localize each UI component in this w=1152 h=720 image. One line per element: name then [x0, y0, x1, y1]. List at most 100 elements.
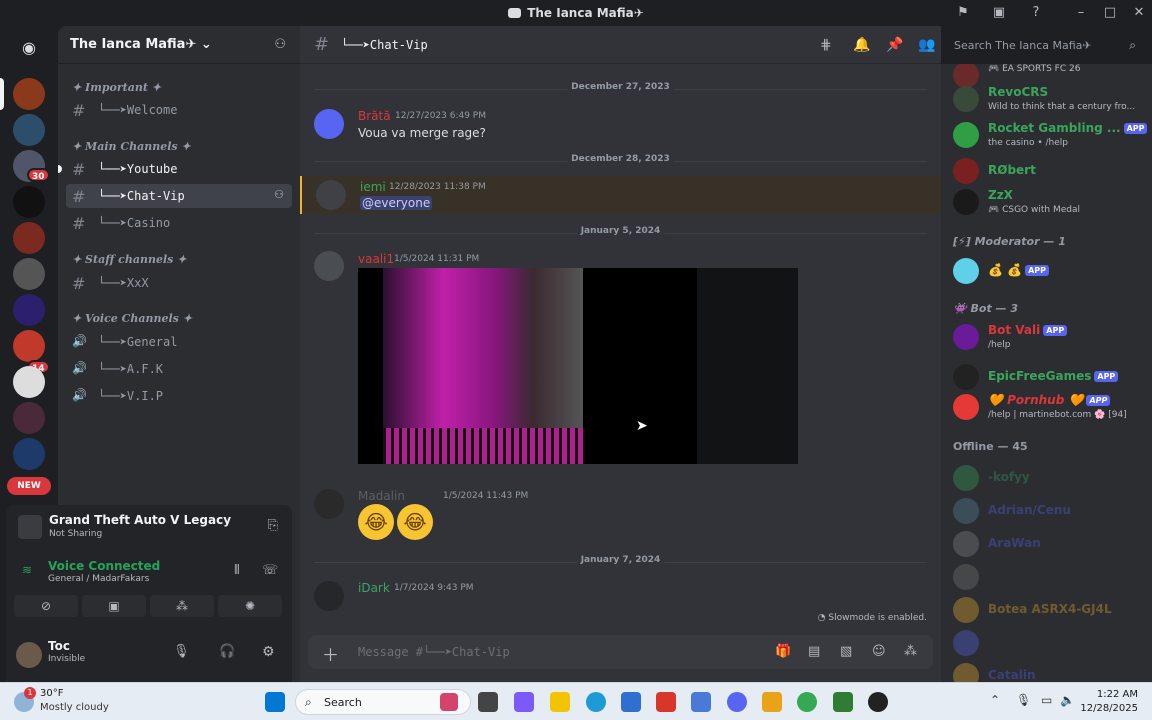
screen-icon[interactable]: ▣ [991, 5, 1007, 21]
notification-bell-icon[interactable]: 🔔 [853, 37, 870, 53]
windows-start-icon[interactable] [265, 692, 285, 712]
message-author[interactable]: iemi [360, 180, 386, 194]
member-item[interactable]: Rocket Gambling ... APP the casino • /hel… [953, 118, 1149, 154]
member-list-icon[interactable]: 👥 [918, 37, 935, 53]
message[interactable]: iDark 1/7/2024 9:43 PM [300, 578, 941, 611]
member-item[interactable] [953, 626, 1149, 662]
message-author[interactable]: iDark [358, 581, 390, 595]
chrome-icon[interactable] [797, 692, 817, 712]
microphone-icon[interactable]: 🎙 [173, 644, 190, 659]
member-item[interactable]: Catalin [953, 659, 1149, 682]
activity-card[interactable]: Grand Theft Auto V Legacy Not Sharing ⎘ [6, 505, 292, 549]
rofl-emoji[interactable]: 😂 [358, 504, 394, 540]
message[interactable]: Madalin 1/5/2024 11:43 PM [300, 486, 941, 546]
avatar[interactable] [16, 642, 42, 668]
weather-status[interactable]: Mostly cloudy [40, 702, 109, 713]
network-icon[interactable]: ▭ [1041, 693, 1052, 707]
member-item[interactable]: 🧡 Pornhub 🧡 APP /help | martinebot.com 🌸 … [953, 390, 1149, 426]
close-button[interactable]: ✕ [1130, 4, 1148, 22]
category-voice[interactable]: ✦ Voice Channels ✦ [72, 312, 192, 325]
microphone-icon[interactable]: 🎙 [1016, 693, 1031, 707]
username[interactable]: Toc [48, 639, 70, 653]
member-item[interactable]: 💰 💰 APP [953, 254, 1149, 290]
mention-everyone[interactable]: @everyone [360, 196, 433, 210]
member-item[interactable]: RevoCRS Wild to think that a century fro… [953, 82, 1149, 118]
inbox-flag-icon[interactable]: ⚑ [955, 5, 971, 21]
help-icon[interactable]: ? [1028, 5, 1044, 21]
camera-button[interactable]: ⊘ [14, 595, 78, 617]
discord-taskbar-icon[interactable] [727, 692, 747, 712]
apps-icon[interactable]: ⁂ [904, 644, 917, 659]
category-staff[interactable]: ✦ Staff channels ✦ [72, 253, 186, 266]
file-explorer-icon[interactable] [550, 692, 570, 712]
message-composer[interactable]: ＋ Message #└──➤Chat-Vip 🎁 ▤ ▧ ☺ ⁂ [308, 635, 933, 669]
member-item[interactable]: Botea ASRX4-GJ4L [953, 593, 1149, 629]
avatar[interactable] [314, 581, 344, 611]
message-author[interactable]: Madalin [358, 489, 405, 503]
app-icon[interactable] [833, 692, 853, 712]
gift-icon[interactable]: 🎁 [775, 644, 791, 659]
server-icon[interactable] [13, 78, 45, 110]
message-author[interactable]: Brătă [358, 109, 391, 123]
voice-channel-vip[interactable]: 🔊 └──➤V.I.P [66, 384, 292, 408]
clock[interactable]: 1:22 AM 12/28/2025 [1080, 688, 1138, 716]
category-main[interactable]: ✦ Main Channels ✦ [72, 140, 191, 153]
plus-icon[interactable]: ＋ [322, 641, 339, 666]
channel-youtube[interactable]: # └──➤Youtube [58, 157, 292, 181]
member-item[interactable]: Bot Vali APP /help [953, 320, 1149, 356]
channel-xxx[interactable]: # └──➤XxX [66, 271, 292, 295]
copilot-icon[interactable] [514, 692, 534, 712]
server-icon[interactable] [13, 402, 45, 434]
disconnect-icon[interactable]: ☏ [262, 563, 278, 578]
search-input[interactable]: Search The Ianca Mafia✈ ⌕ [946, 35, 1142, 57]
server-icon[interactable] [13, 258, 45, 290]
pin-icon[interactable]: 📌 [886, 37, 903, 53]
rockstar-icon[interactable] [762, 692, 782, 712]
store-icon[interactable] [621, 692, 641, 712]
server-header[interactable]: The Ianca Mafia✈ ⌄ ⚇ [58, 26, 300, 64]
weather-temp[interactable]: 30°F [40, 688, 63, 699]
headphones-icon[interactable]: 🎧 [219, 644, 235, 659]
channel-welcome[interactable]: # └──➤Welcome [66, 98, 292, 122]
member-item[interactable]: Adrian/Cenu [953, 494, 1149, 530]
tray-chevron-icon[interactable]: ⌃ [990, 693, 1000, 707]
voice-channel-afk[interactable]: 🔊 └──➤A.F.K [66, 357, 292, 381]
discord-home-button[interactable]: ◉ [13, 32, 45, 64]
message-input[interactable]: Message #└──➤Chat-Vip [358, 645, 510, 659]
task-view-icon[interactable] [478, 692, 498, 712]
emoji-icon[interactable]: ☺ [872, 644, 886, 659]
server-icon[interactable] [13, 294, 45, 326]
member-item[interactable]: -kofyy [953, 461, 1149, 497]
activity-button[interactable]: ⁂ [150, 595, 214, 617]
app-icon[interactable] [868, 692, 888, 712]
message[interactable]: Brătă 12/27/2023 6:49 PM Voua va merge r… [300, 106, 941, 150]
settings-gear-icon[interactable]: ⚙ [262, 644, 275, 660]
minimize-button[interactable]: – [1072, 4, 1090, 22]
server-icon[interactable] [13, 438, 45, 470]
server-icon[interactable] [13, 114, 45, 146]
member-item[interactable]: ZzX 🎮 CSGO with Medal [953, 185, 1149, 221]
noise-suppression-icon[interactable]: ⦀ [234, 563, 240, 578]
avatar[interactable] [314, 109, 344, 139]
server-icon[interactable] [13, 330, 45, 362]
maximize-button[interactable]: □ [1101, 4, 1119, 22]
rofl-emoji[interactable]: 😂 [397, 504, 433, 540]
invite-people-icon[interactable]: ⚇ [274, 37, 286, 52]
server-icon[interactable] [13, 186, 45, 218]
soundboard-button[interactable]: ✺ [218, 595, 282, 617]
invite-icon[interactable]: ⚇ [274, 188, 284, 201]
app-icon[interactable] [440, 693, 458, 711]
member-item[interactable] [953, 560, 1149, 596]
stream-icon[interactable]: ⎘ [268, 518, 278, 533]
share-screen-button[interactable]: ▣ [82, 595, 146, 617]
avatar[interactable] [314, 251, 344, 281]
sticker-icon[interactable]: ▧ [840, 644, 852, 659]
member-item[interactable]: AraWan [953, 527, 1149, 563]
message[interactable]: iemi 12/28/2023 11:38 PM @everyone [300, 176, 941, 214]
gif-icon[interactable]: ▤ [808, 644, 820, 659]
voice-channel-general[interactable]: 🔊 └──➤General [66, 330, 292, 354]
video-attachment[interactable]: ➤ [358, 268, 798, 464]
server-icon[interactable] [13, 366, 45, 398]
volume-icon[interactable]: 🔈 [1060, 693, 1075, 707]
app-icon[interactable] [691, 692, 711, 712]
